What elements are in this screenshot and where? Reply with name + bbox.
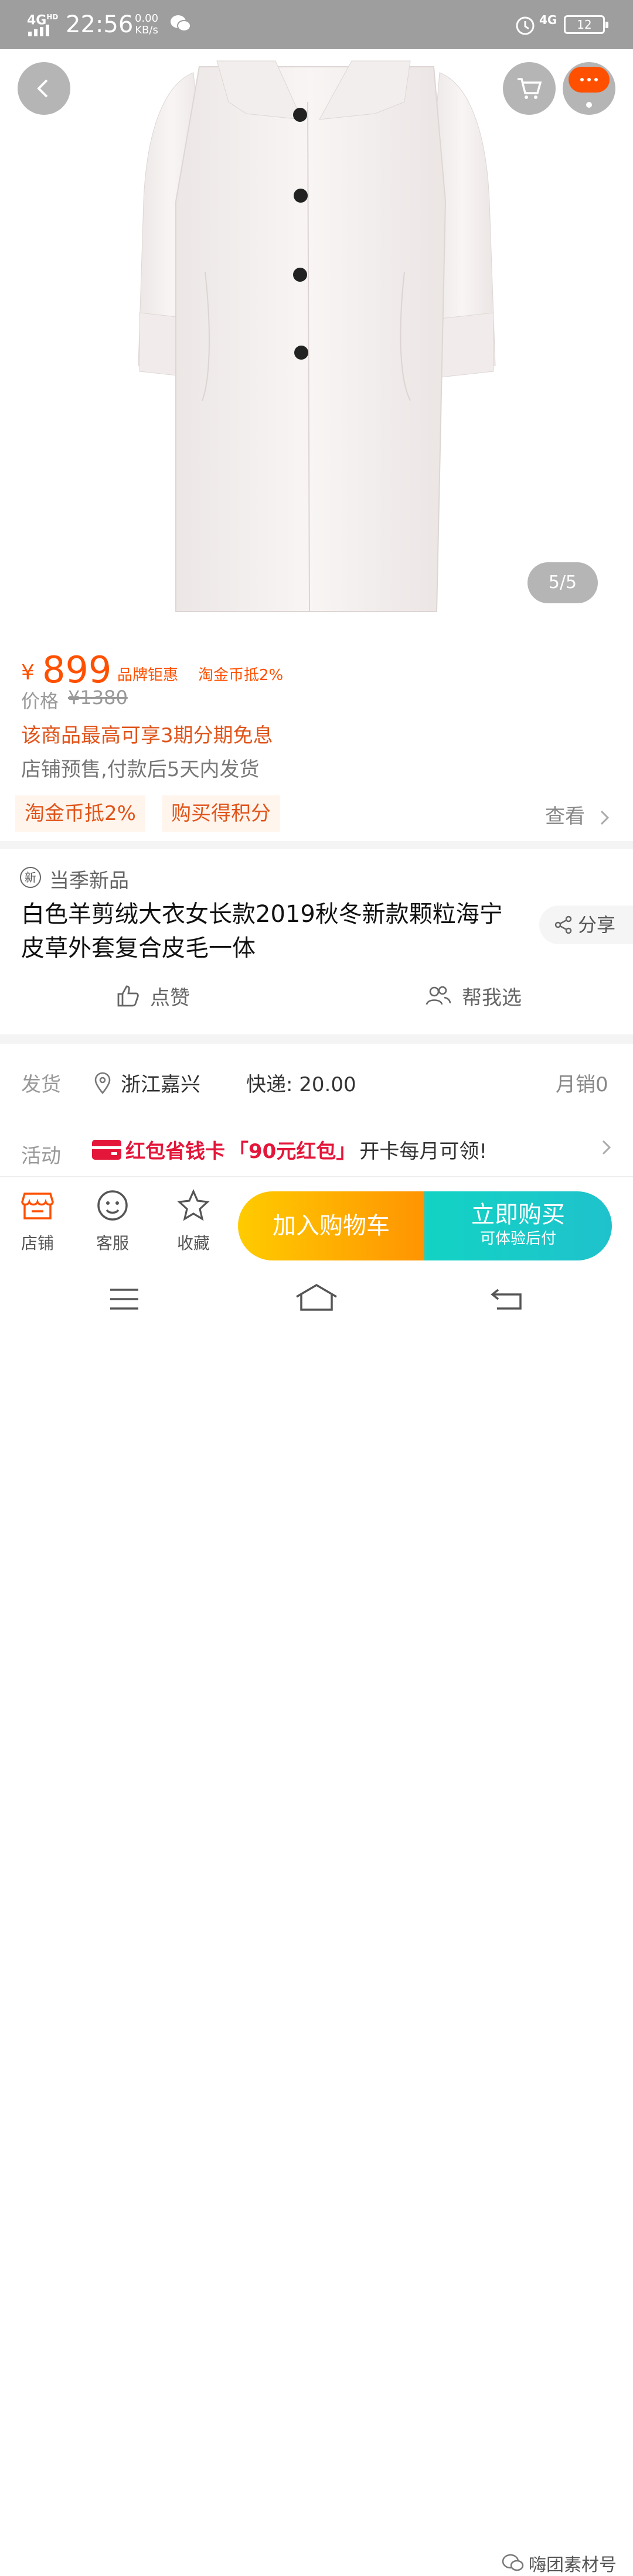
view-promos-button[interactable]: 查看 [545,800,611,829]
shop-button[interactable]: 店铺 [8,1188,67,1254]
more-badge [569,67,610,93]
back-nav-icon[interactable] [490,1286,523,1312]
more-button[interactable] [563,62,615,115]
original-price-label: 价格 [21,690,59,712]
people-icon [426,986,451,1005]
like-label: 点赞 [150,986,190,1010]
activity-card-name: 红包省钱卡 [125,1140,225,1163]
clock: 22:56 [66,11,134,38]
cart-button[interactable] [503,62,556,115]
wechat-icon [171,15,191,32]
share-button[interactable]: 分享 [539,906,633,944]
shipping-location: 浙江嘉兴 [94,1068,200,1097]
battery-icon: 12 [564,15,608,34]
service-button[interactable]: 客服 [83,1188,142,1254]
share-label: 分享 [578,914,616,936]
shipping-location-text: 浙江嘉兴 [121,1073,200,1096]
activity-label: 活动 [21,1144,61,1168]
star-icon [177,1189,210,1221]
customer-service-icon [97,1190,128,1221]
chevron-left-icon [37,79,48,98]
product-title: 白色羊剪绒大衣女长款2019秋冬新款颗粒海宁皮草外套复合皮毛一体 [21,901,503,962]
home-icon[interactable] [294,1283,339,1312]
price-currency: ¥ [21,661,35,685]
monthly-sales: 月销0 [556,1073,608,1096]
system-nav-bar: 嗨团素材号 [0,1263,633,2575]
buy-now-button[interactable]: 立即购买 可体验后付 [424,1191,612,1260]
signal-icon [28,25,49,36]
activity-card-value: 「90元红包」 [229,1140,356,1163]
menu-icon[interactable] [108,1286,141,1312]
service-label: 客服 [96,1234,129,1253]
shipping-label: 发货 [21,1073,61,1096]
price-value: 899 [42,648,112,691]
presale-info: 店铺预售,付款后5天内发货 [21,758,260,781]
bottom-action-bar: 店铺 客服 收藏 加入购物车 立即购买 可体验后付 [0,1176,633,1263]
activity-row[interactable]: 红包省钱卡 「90元红包」 开卡每月可领! [91,1135,487,1164]
share-icon [554,915,572,934]
product-gallery[interactable]: 5/5 [0,49,633,641]
promo-chip-coin[interactable]: 淘金币抵2% [15,795,145,832]
installment-info: 该商品最高可享3期分期免息 [21,724,273,747]
section-divider [0,841,633,849]
shop-icon [21,1193,54,1219]
price-tag-brand: 品牌钜惠 [117,667,179,684]
favorite-button[interactable]: 收藏 [164,1188,223,1254]
thumbs-up-icon [117,985,139,1006]
product-image [138,60,496,612]
location-pin-icon [94,1072,111,1094]
signal-4g: 4G [539,13,557,27]
watermark-text: 嗨团素材号 [529,2555,617,2575]
price-tag-coin: 淘金币抵2% [198,667,284,684]
shipping-fee: 快递: 20.00 [246,1073,356,1096]
gallery-pager: 5/5 [528,562,598,603]
new-icon: 新 [20,867,41,888]
new-arrival-label: 当季新品 [49,869,129,893]
section-divider [0,1034,633,1044]
back-button[interactable] [18,62,70,115]
like-button[interactable]: 点赞 [115,982,190,1010]
alarm-icon [516,16,535,35]
wechat-icon [502,2554,524,2571]
card-icon [92,1139,121,1160]
buy-now-sublabel: 可体验后付 [479,1230,556,1248]
chevron-right-icon[interactable] [600,1139,613,1156]
help-choose-button[interactable]: 帮我选 [424,982,522,1010]
cart-icon [518,78,542,99]
activity-suffix: 开卡每月可领! [359,1140,487,1163]
watermark: 嗨团素材号 [502,2550,617,2576]
status-bar: 4GHD 22:56 0.00 KB/s 4G 12 [0,0,633,49]
original-price: ¥1380 [68,686,128,709]
more-icon [586,102,592,108]
shop-label: 店铺 [21,1234,54,1253]
buy-now-label: 立即购买 [471,1201,565,1228]
chevron-right-icon [600,810,609,825]
favorite-label: 收藏 [176,1234,210,1253]
help-label: 帮我选 [462,986,522,1010]
view-more-label: 查看 [545,805,585,828]
network-speed: 0.00 KB/s [135,12,159,36]
promo-chip-points[interactable]: 购买得积分 [162,795,280,832]
add-to-cart-button[interactable]: 加入购物车 [238,1191,424,1260]
